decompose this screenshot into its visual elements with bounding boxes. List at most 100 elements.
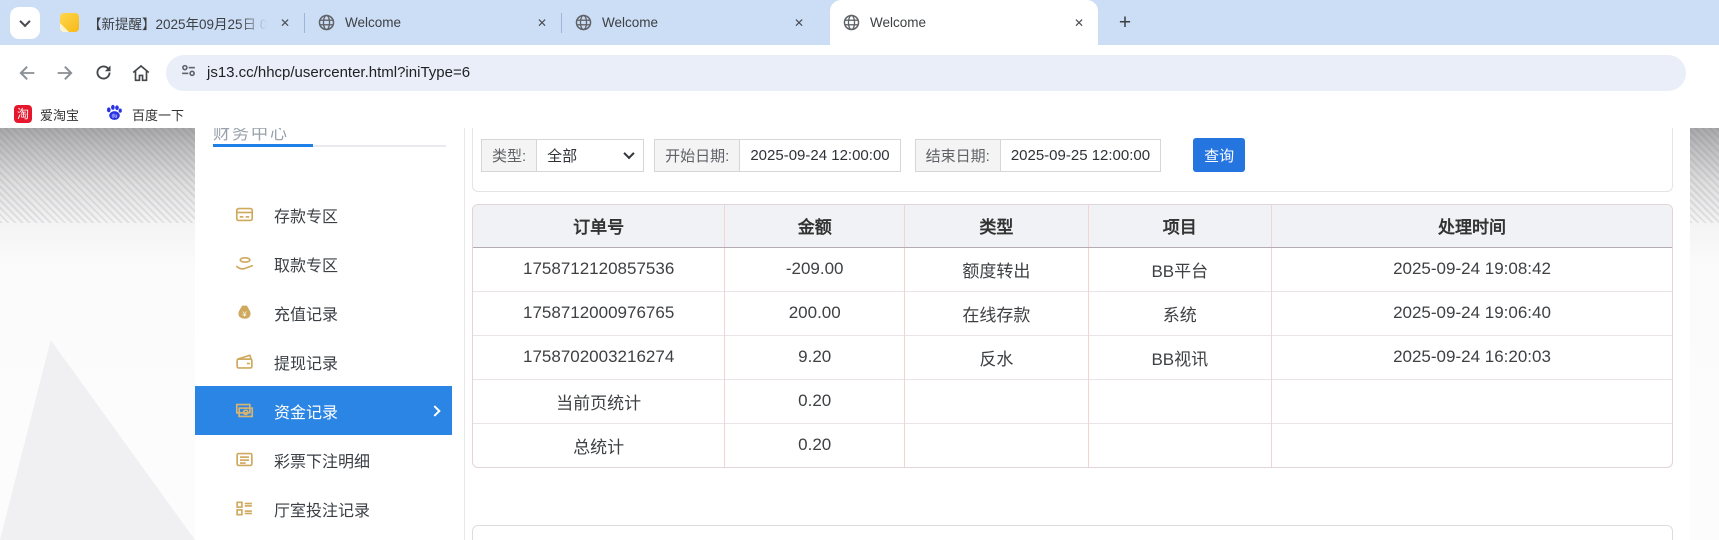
- tab-title: Welcome: [345, 15, 524, 30]
- back-icon[interactable]: [8, 56, 46, 90]
- sidebar-item-withdraw-zone[interactable]: 取款专区: [195, 239, 464, 288]
- table-row-page-stats: 当前页统计 0.20: [473, 378, 1672, 423]
- taobao-icon: 淘: [14, 105, 32, 123]
- type-label: 类型:: [481, 138, 537, 172]
- col-process-time: 处理时间: [1271, 205, 1672, 248]
- close-icon[interactable]: ✕: [790, 14, 808, 32]
- sidebar-item-withdrawal-records[interactable]: 提现记录: [195, 337, 464, 386]
- sidebar-item-deposit-zone[interactable]: 存款专区: [195, 190, 464, 239]
- end-date-label: 结束日期:: [914, 138, 1000, 172]
- end-date-input[interactable]: 2025-09-25 12:00:00: [999, 138, 1162, 172]
- type-select[interactable]: 全部: [536, 138, 645, 172]
- type-filter-group: 类型: 全部: [481, 138, 645, 172]
- chevron-down-icon: [19, 15, 31, 27]
- new-tab-button[interactable]: +: [1112, 11, 1138, 35]
- close-icon[interactable]: ✕: [276, 14, 294, 32]
- sidebar-menu: 存款专区 取款专区 ¥ 充值记录 提现记录 资金记录 彩票下注明细 厅室投注记录: [195, 190, 464, 533]
- sidebar-section-header: 财务中心: [213, 128, 446, 147]
- tab-welcome-2[interactable]: Welcome ✕: [562, 0, 818, 45]
- tab-welcome-active[interactable]: Welcome ✕: [830, 0, 1098, 45]
- sidebar-item-label: 提现记录: [274, 355, 339, 373]
- col-amount: 金额: [724, 205, 905, 248]
- cell-project: BB平台: [1087, 247, 1272, 291]
- cell-order-no: 1758712000976765: [473, 290, 725, 335]
- bookmarks-bar: 淘 爱淘宝 du 百度一下: [0, 100, 1719, 128]
- cell-stats-label: 总统计: [473, 422, 725, 467]
- section-title: 财务中心: [213, 128, 289, 141]
- end-date-group: 结束日期: 2025-09-25 12:00:00: [914, 138, 1162, 172]
- sidebar-item-label: 厅室投注记录: [274, 502, 371, 520]
- cell-amount: 9.20: [724, 334, 905, 379]
- col-order-no: 订单号: [473, 205, 725, 248]
- cell-amount: 0.20: [724, 378, 905, 423]
- sidebar: 财务中心 存款专区 取款专区 ¥ 充值记录 提现记录 资金记录 彩票下注明细 厅…: [195, 128, 465, 540]
- home-icon[interactable]: [122, 56, 160, 90]
- type-select-value: 全部: [547, 147, 578, 165]
- cell-empty: [1087, 378, 1272, 423]
- cell-order-no: 1758712120857536: [523, 259, 675, 278]
- tab-title: Welcome: [870, 15, 1061, 30]
- site-info-icon[interactable]: [180, 62, 197, 84]
- sidebar-item-label: 取款专区: [274, 257, 339, 275]
- sidebar-item-hall-bet-records[interactable]: 厅室投注记录: [195, 484, 464, 533]
- table-row: 1758712000976765 200.00 在线存款 系统 2025-09-…: [473, 290, 1672, 335]
- browser-tab-bar: 【新提醒】2025年09月25日 00 ✕ Welcome ✕ Welcome …: [0, 0, 1719, 45]
- page-background: 财务中心 存款专区 取款专区 ¥ 充值记录 提现记录 资金记录 彩票下注明细 厅…: [0, 128, 1719, 540]
- search-button[interactable]: 查询: [1193, 138, 1246, 172]
- cell-empty: [1087, 422, 1272, 467]
- sidebar-item-label: 存款专区: [274, 208, 339, 226]
- sidebar-item-lottery-bet-details[interactable]: 彩票下注明细: [195, 435, 464, 484]
- filter-panel: 类型: 全部 开始日期: 2025-09-24 12:00:00 结束日期: 2…: [472, 128, 1673, 192]
- pagination-panel: [472, 525, 1673, 540]
- start-date-input[interactable]: 2025-09-24 12:00:00: [739, 138, 901, 172]
- start-date-group: 开始日期: 2025-09-24 12:00:00: [654, 138, 901, 172]
- cell-empty: [1271, 378, 1672, 423]
- reload-icon[interactable]: [84, 56, 122, 90]
- cell-project: 系统: [1087, 290, 1272, 335]
- globe-icon: [574, 13, 593, 32]
- sidebar-item-label: 资金记录: [274, 404, 339, 422]
- address-bar[interactable]: js13.cc/hhcp/usercenter.html?iniType=6: [166, 54, 1686, 91]
- sidebar-item-label: 彩票下注明细: [274, 453, 371, 471]
- col-type: 类型: [904, 205, 1089, 248]
- cell-amount: -209.00: [724, 247, 905, 291]
- sidebar-item-recharge-records[interactable]: ¥ 充值记录: [195, 288, 464, 337]
- tab-notification[interactable]: 【新提醒】2025年09月25日 00 ✕: [48, 0, 304, 45]
- sidebar-item-label: 充值记录: [274, 306, 339, 324]
- cell-amount: 200.00: [724, 290, 905, 335]
- bookmark-label: 百度一下: [132, 107, 185, 123]
- sidebar-item-funds-records[interactable]: 资金记录: [195, 386, 452, 435]
- wallet-icon: [235, 352, 254, 371]
- url-text: js13.cc/hhcp/usercenter.html?iniType=6: [207, 64, 471, 81]
- close-icon[interactable]: ✕: [1070, 14, 1088, 32]
- cell-type: 在线存款: [904, 290, 1089, 335]
- col-project: 项目: [1087, 205, 1272, 248]
- table-header-row: 订单号 金额 类型 项目 处理时间: [473, 205, 1672, 248]
- svg-text:du: du: [112, 114, 118, 120]
- main-content: 类型: 全部 开始日期: 2025-09-24 12:00:00 结束日期: 2…: [465, 128, 1690, 540]
- bookmark-baidu[interactable]: du 百度一下: [105, 103, 184, 125]
- close-icon[interactable]: ✕: [533, 14, 551, 32]
- cell-type: 额度转出: [904, 247, 1089, 291]
- note-icon: [60, 13, 79, 32]
- tab-search-button[interactable]: [10, 6, 40, 39]
- cell-empty: [904, 378, 1089, 423]
- bookmark-taobao[interactable]: 淘 爱淘宝: [14, 105, 79, 124]
- tab-welcome-1[interactable]: Welcome ✕: [305, 0, 561, 45]
- bookmark-label: 爱淘宝: [40, 107, 80, 123]
- cell-order-no: 1758702003216274: [473, 334, 725, 379]
- baidu-icon: du: [105, 103, 124, 125]
- cell-project: BB视讯: [1087, 334, 1272, 379]
- cell-process-time: 2025-09-24 16:20:03: [1271, 334, 1672, 379]
- records-table-panel: 订单号 金额 类型 项目 处理时间 1758712120857536 -209.…: [472, 204, 1673, 468]
- globe-icon: [317, 13, 336, 32]
- tab-title: Welcome: [602, 15, 781, 30]
- forward-icon[interactable]: [46, 56, 84, 90]
- table-row: 1758702003216274 9.20 反水 BB视讯 2025-09-24…: [473, 334, 1672, 379]
- table-row: 1758712120857536 -209.00 额度转出 BB平台 2025-…: [473, 247, 1672, 291]
- withdraw-hand-icon: [235, 254, 254, 273]
- table-row-total-stats: 总统计 0.20: [473, 422, 1672, 467]
- list-card-icon: [235, 450, 254, 469]
- grid-list-icon: [235, 499, 254, 518]
- chevron-down-icon: [623, 147, 635, 160]
